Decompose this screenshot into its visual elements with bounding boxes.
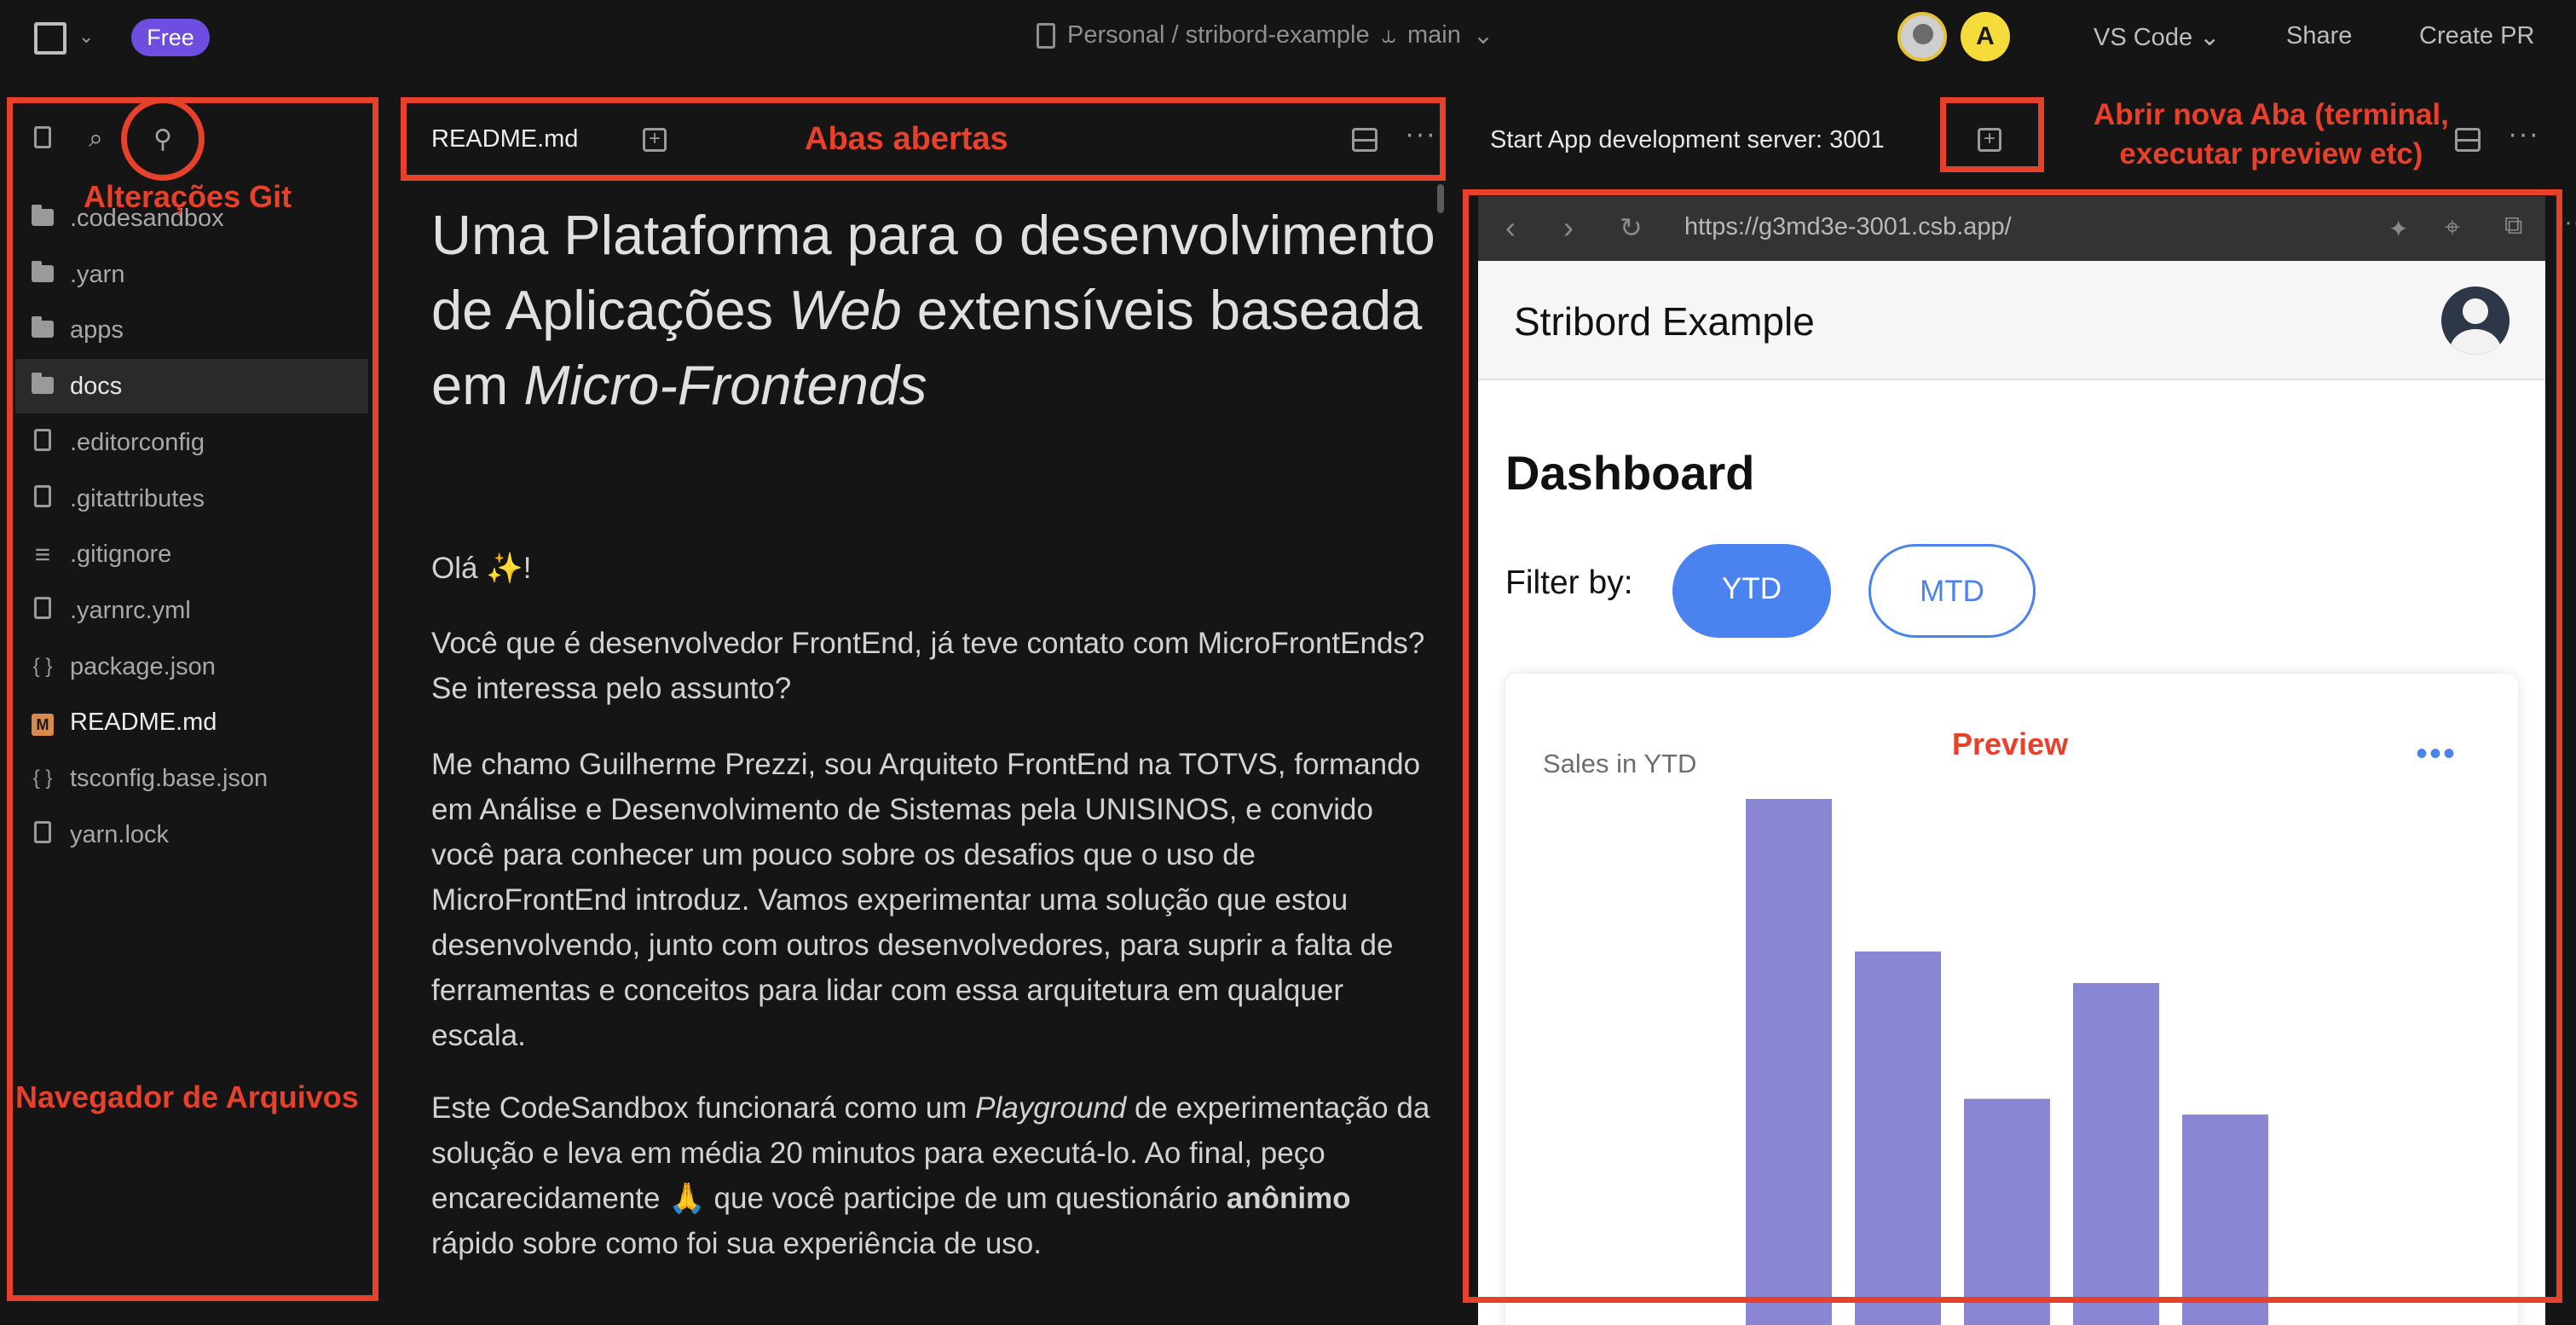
annotation-circle-git xyxy=(121,97,205,181)
chevron-down-icon[interactable]: ⌄ xyxy=(78,26,94,48)
paragraph: Me chamo Guilherme Prezzi, sou Arquiteto… xyxy=(431,748,1421,1052)
annotation-box-file-nav xyxy=(7,97,378,1301)
split-editor-icon[interactable] xyxy=(2455,128,2481,152)
branch-icon: ⥿ xyxy=(1381,21,1395,49)
create-pr-button[interactable]: Create PR xyxy=(2419,22,2534,50)
scrollbar[interactable] xyxy=(1437,184,1444,213)
chevron-down-icon[interactable]: ⌄ xyxy=(1473,20,1493,50)
annotation-file-nav: Navegador de Arquivos xyxy=(15,1079,359,1114)
breadcrumb[interactable]: Personal / stribord-example ⥿ main ⌄ xyxy=(1037,20,1493,50)
paragraph: Olá ✨! xyxy=(431,552,532,585)
paragraph: Você que é desenvolvedor FrontEnd, já te… xyxy=(431,627,1425,705)
breadcrumb-path[interactable]: Personal / stribord-example xyxy=(1067,21,1370,49)
share-button[interactable]: Share xyxy=(2286,22,2352,50)
avatar[interactable] xyxy=(1897,12,1947,61)
annotation-new-tab: Abrir nova Aba (terminal, executar previe… xyxy=(2094,98,2449,171)
avatar[interactable]: A xyxy=(1961,12,2010,61)
editor-menu[interactable]: VS Code ⌄ xyxy=(2094,22,2220,52)
annotation-box-new-tab xyxy=(1940,97,2044,172)
document-title: Uma Plataforma para o desenvolvimento de… xyxy=(431,204,1435,416)
workspace-menu-icon[interactable] xyxy=(34,22,66,55)
annotation-git: Alterações Git xyxy=(84,179,292,214)
plan-badge[interactable]: Free xyxy=(131,19,210,56)
chevron-down-icon: ⌄ xyxy=(2199,24,2221,51)
annotation-tabs: Abas abertas xyxy=(805,121,1008,157)
annotation-preview: Preview xyxy=(1952,726,2069,761)
more-options-icon[interactable]: ··· xyxy=(2508,118,2539,151)
branch-name[interactable]: main xyxy=(1407,21,1461,49)
paragraph: Este CodeSandbox funcionará como um Play… xyxy=(431,1091,1430,1260)
tab-dev-server[interactable]: Start App development server: 3001 xyxy=(1490,126,1885,154)
document-icon xyxy=(1037,22,1055,49)
